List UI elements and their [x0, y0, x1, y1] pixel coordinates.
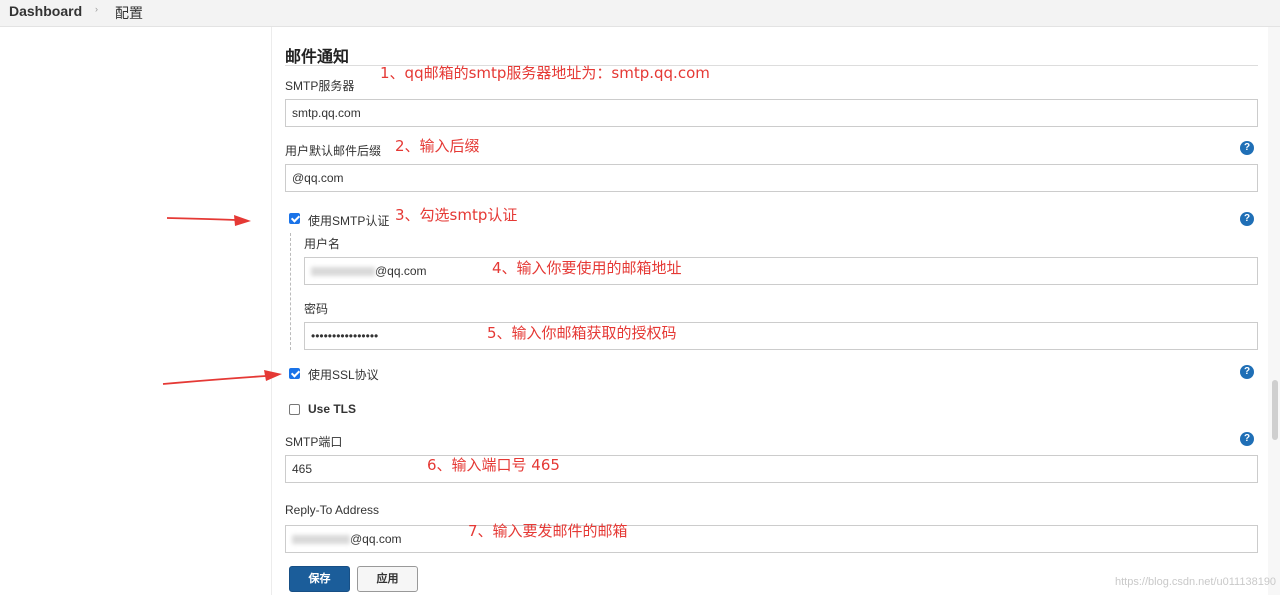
default-suffix-input[interactable] [285, 164, 1258, 192]
password-input[interactable] [304, 322, 1258, 350]
smtp-port-label: SMTP端口 [285, 435, 343, 449]
smtp-port-help-icon[interactable]: ? [1240, 432, 1254, 446]
annotation-5: 5、输入你邮箱获取的授权码 [487, 324, 677, 342]
page-scrollbar-thumb[interactable] [1272, 380, 1278, 440]
smtp-auth-checkbox[interactable] [289, 213, 300, 224]
ssl-checkbox[interactable] [289, 368, 300, 379]
side-panel [0, 27, 272, 595]
smtp-server-label: SMTP服务器 [285, 79, 355, 93]
username-value-suffix: @qq.com [375, 264, 427, 278]
smtp-auth-label: 使用SMTP认证 [308, 214, 390, 228]
reply-to-redacted-mask [292, 535, 350, 545]
smtp-auth-help-icon[interactable]: ? [1240, 212, 1254, 226]
watermark: https://blog.csdn.net/u011138190 [1115, 576, 1277, 588]
ssl-help-icon[interactable]: ? [1240, 365, 1254, 379]
breadcrumb-bar: Dashboard › 配置 [0, 0, 1280, 27]
annotation-4: 4、输入你要使用的邮箱地址 [492, 259, 682, 277]
reply-to-label: Reply-To Address [285, 503, 380, 517]
annotation-3: 3、勾选smtp认证 [395, 206, 518, 224]
reply-to-value-suffix: @qq.com [350, 532, 402, 546]
page-scrollbar[interactable] [1268, 27, 1280, 595]
apply-button[interactable]: 应用 [357, 566, 418, 592]
annotation-6: 6、输入端口号 465 [427, 456, 560, 474]
reply-to-input[interactable]: @qq.com [285, 525, 1258, 553]
username-label: 用户名 [304, 237, 341, 251]
auth-nested-guide [290, 233, 291, 350]
username-redacted-mask [311, 267, 375, 277]
annotation-1: 1、qq邮箱的smtp服务器地址为：smtp.qq.com [380, 64, 710, 82]
breadcrumb-current: 配置 [115, 5, 143, 21]
tls-checkbox[interactable] [289, 404, 300, 415]
breadcrumb-separator-icon: › [95, 4, 98, 14]
annotation-2: 2、输入后缀 [395, 137, 480, 155]
ssl-label: 使用SSL协议 [308, 368, 379, 382]
breadcrumb-dashboard-link[interactable]: Dashboard [9, 3, 82, 19]
tls-label: Use TLS [308, 402, 357, 416]
annotation-7: 7、输入要发邮件的邮箱 [468, 522, 628, 540]
section-title: 邮件通知 [285, 49, 350, 66]
password-label: 密码 [304, 302, 329, 316]
username-input[interactable]: @qq.com [304, 257, 1258, 285]
smtp-server-input[interactable] [285, 99, 1258, 127]
save-button[interactable]: 保存 [289, 566, 350, 592]
default-suffix-label: 用户默认邮件后缀 [285, 144, 382, 158]
default-suffix-help-icon[interactable]: ? [1240, 141, 1254, 155]
